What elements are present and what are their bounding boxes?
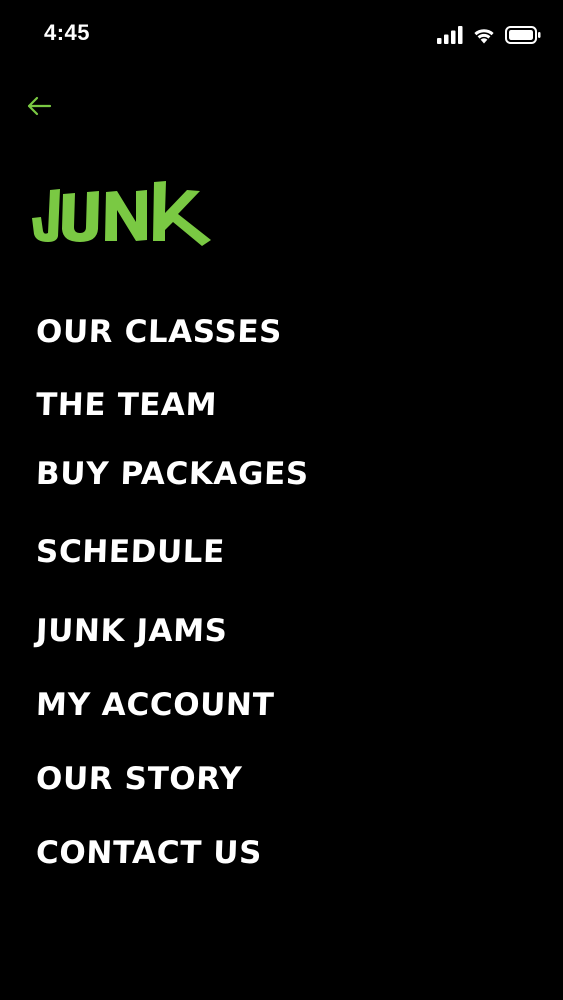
menu-item-contact-us[interactable]: CONTACT US [35, 831, 263, 875]
menu-item-my-account[interactable]: MY ACCOUNT [35, 683, 275, 727]
cellular-signal-icon [437, 26, 463, 44]
battery-icon [505, 26, 541, 44]
menu-item-the-team[interactable]: THE TEAM [35, 383, 218, 427]
status-icons [437, 24, 541, 46]
status-time: 4:45 [44, 20, 91, 45]
arrow-left-icon [26, 96, 52, 120]
menu-item-buy-packages[interactable]: BUY PACKAGES [35, 452, 309, 496]
back-button[interactable] [24, 94, 54, 122]
status-bar: 4:45 [0, 0, 563, 70]
menu-item-our-classes[interactable]: OUR CLASSES [35, 310, 283, 354]
menu-item-our-story[interactable]: OUR STORY [35, 757, 243, 801]
wifi-icon [472, 26, 496, 44]
junk-logo: JUNK [32, 178, 212, 248]
menu-item-junk-jams[interactable]: JUNK JAMS [35, 609, 228, 653]
menu-item-schedule[interactable]: SCHEDULE [35, 530, 225, 574]
